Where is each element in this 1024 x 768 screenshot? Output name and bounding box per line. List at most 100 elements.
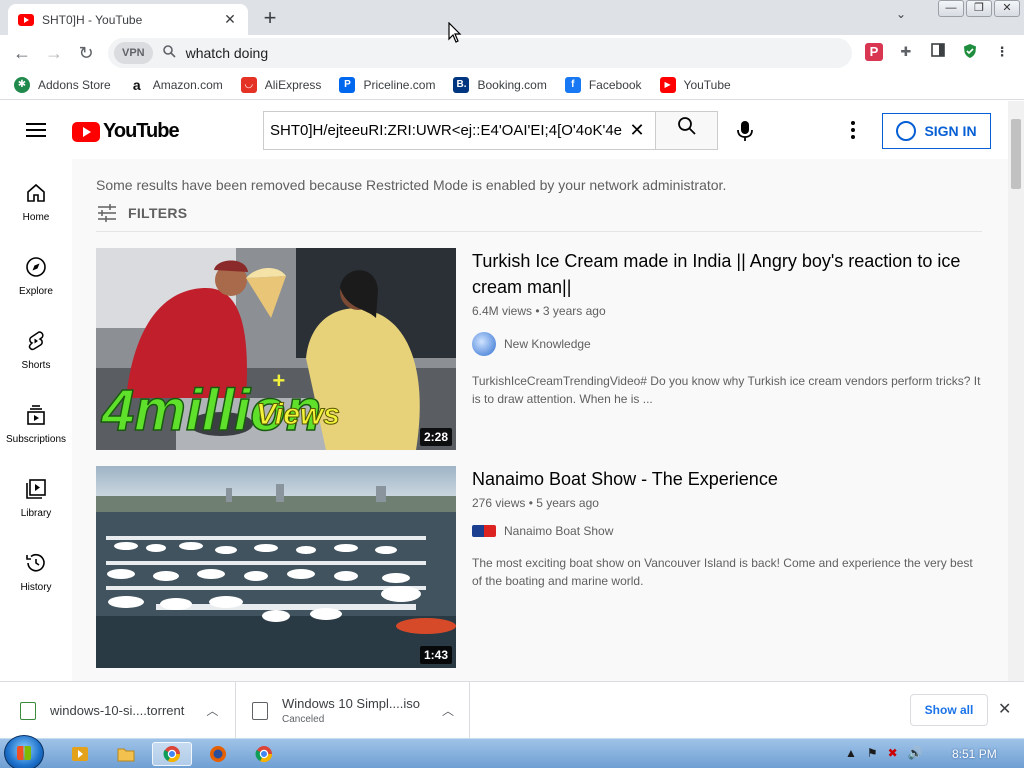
system-tray: ▲ ⚑ ✖ 🔊 [845, 746, 923, 760]
video-thumbnail[interactable]: 4million + Views 2:28 [96, 248, 456, 450]
priceline-icon: P [339, 76, 356, 93]
tray-expand-chevron-icon[interactable]: ▲ [845, 746, 857, 760]
channel-link[interactable]: Nanaimo Boat Show [472, 524, 982, 538]
bookmark-addons-store[interactable]: ✱ Addons Store [14, 76, 111, 93]
youtube-search-input[interactable]: SHT0]H/ejteeuRI:ZRI:UWR<ej::E4'OAI'EI;4[… [263, 111, 655, 150]
youtube-page: YouTube SHT0]H/ejteeuRI:ZRI:UWR<ej::E4'O… [0, 101, 1024, 681]
shield-extension-icon[interactable] [961, 43, 979, 61]
show-all-downloads-button[interactable]: Show all [910, 694, 988, 726]
sign-in-button[interactable]: SIGN IN [882, 113, 991, 149]
window-restore-button[interactable]: ❐ [966, 0, 992, 17]
taskbar-clock[interactable]: 8:51 PM [952, 747, 997, 761]
sidebar-item-subscriptions[interactable]: Subscriptions [0, 403, 72, 445]
bookmark-label: Facebook [588, 77, 642, 92]
video-meta: 6.4M views • 3 years ago [472, 304, 606, 318]
sidebar-label: Library [20, 508, 52, 519]
extensions-puzzle-icon[interactable]: ✚ [897, 43, 915, 61]
back-arrow-icon[interactable]: ← [6, 37, 38, 69]
window-close-button[interactable]: ✕ [994, 0, 1020, 17]
new-tab-button[interactable]: + [258, 5, 282, 31]
tab-search-chevron-icon[interactable]: ⌄ [896, 7, 906, 21]
download-item[interactable]: windows-10-si....torrent ︿ [0, 682, 236, 739]
video-thumbnail[interactable]: 1:43 [96, 466, 456, 668]
volume-icon[interactable]: 🔊 [908, 746, 923, 760]
sidebar-item-shorts[interactable]: Shorts [0, 329, 72, 371]
browser-menu-kebab-icon[interactable]: ⋮ [993, 43, 1011, 61]
voice-search-mic-icon[interactable] [735, 119, 755, 143]
download-options-chevron-icon[interactable]: ︿ [442, 702, 454, 719]
sidebar-item-home[interactable]: Home [0, 181, 72, 223]
download-item[interactable]: Windows 10 Simpl....iso Canceled ︿ [236, 682, 470, 739]
bookmarks-bar: ✱ Addons Store a Amazon.com ◡ AliExpress… [0, 70, 1024, 100]
forward-arrow-icon[interactable]: → [38, 37, 70, 69]
hamburger-menu-icon[interactable] [26, 123, 46, 137]
action-center-flag-icon[interactable]: ⚑ [867, 746, 878, 760]
sidebar-item-explore[interactable]: Explore [0, 255, 72, 297]
amazon-icon: a [128, 76, 145, 93]
filters-label: FILTERS [128, 205, 188, 221]
history-icon [26, 553, 45, 572]
video-views: 6.4M views [472, 304, 533, 318]
filters-button[interactable]: FILTERS [96, 204, 187, 222]
bookmark-priceline[interactable]: P Priceline.com [339, 76, 435, 93]
media-player-taskbar-icon[interactable] [60, 742, 100, 766]
firefox-taskbar-icon[interactable] [198, 742, 238, 766]
bookmark-amazon[interactable]: a Amazon.com [128, 76, 223, 93]
bookmark-youtube[interactable]: ▶ YouTube [659, 76, 731, 93]
settings-kebab-icon[interactable] [851, 121, 855, 142]
download-options-chevron-icon[interactable]: ︿ [206, 702, 218, 719]
video-title[interactable]: Nanaimo Boat Show - The Experience [472, 466, 982, 492]
video-age: 5 years ago [536, 496, 599, 510]
bookmark-label: Booking.com [477, 77, 547, 92]
bookmark-booking[interactable]: B. Booking.com [453, 76, 547, 93]
chrome-taskbar-icon-2[interactable] [244, 742, 284, 766]
reload-icon[interactable]: ↻ [70, 37, 102, 69]
download-filename: Windows 10 Simpl....iso [282, 696, 420, 711]
window-minimize-button[interactable]: — [938, 0, 964, 17]
close-download-shelf-icon[interactable]: ✕ [998, 699, 1011, 719]
youtube-logo[interactable]: YouTube [72, 120, 180, 143]
channel-name[interactable]: New Knowledge [504, 337, 591, 351]
tab-close-icon[interactable]: ✕ [222, 11, 238, 28]
bookmark-facebook[interactable]: f Facebook [564, 76, 642, 93]
sidebar-item-library[interactable]: Library [0, 477, 72, 519]
side-panel-icon[interactable] [929, 43, 947, 61]
search-icon [677, 117, 696, 135]
start-button[interactable] [4, 735, 44, 768]
address-bar[interactable]: VPN whatch doing [108, 38, 852, 68]
search-button[interactable] [655, 111, 718, 150]
sign-in-label: SIGN IN [924, 123, 977, 139]
video-age: 3 years ago [542, 304, 606, 318]
video-title[interactable]: Turkish Ice Cream made in India || Angry… [472, 248, 982, 300]
account-circle-icon [896, 121, 917, 141]
network-warning-icon[interactable]: ✖ [888, 746, 898, 760]
youtube-sidebar: Home Explore Shorts Subscriptions Librar… [0, 159, 72, 681]
sidebar-item-history[interactable]: History [0, 551, 72, 593]
filter-sliders-icon [98, 204, 116, 222]
shorts-icon [28, 331, 44, 351]
page-scrollbar[interactable] [1008, 101, 1024, 681]
video-meta: 276 views • 5 years ago [472, 496, 599, 510]
clear-search-icon[interactable]: ✕ [625, 120, 649, 141]
bookmark-aliexpress[interactable]: ◡ AliExpress [240, 76, 322, 93]
thumbnail-overlay-plus: + [272, 368, 285, 393]
vpn-badge[interactable]: VPN [114, 42, 153, 64]
browser-tab-youtube[interactable]: SHT0]H - YouTube ✕ [8, 4, 248, 35]
subscriptions-icon [27, 405, 45, 425]
bookmark-label: AliExpress [264, 77, 322, 92]
channel-avatar[interactable] [472, 332, 496, 356]
channel-link[interactable]: New Knowledge [472, 332, 982, 356]
channel-name[interactable]: Nanaimo Boat Show [504, 524, 613, 538]
explore-icon [26, 257, 46, 277]
sidebar-label: History [20, 582, 52, 593]
channel-avatar[interactable] [472, 525, 496, 537]
file-explorer-taskbar-icon[interactable] [106, 742, 146, 766]
chrome-taskbar-icon[interactable] [152, 742, 192, 766]
scrollbar-thumb[interactable] [1011, 119, 1021, 189]
pocket-extension-icon[interactable]: P [865, 43, 883, 61]
youtube-icon: ▶ [659, 76, 676, 93]
youtube-logo-icon [72, 121, 100, 142]
browser-tab-strip: SHT0]H - YouTube ✕ + ⌄ — ❐ ✕ [0, 0, 1024, 35]
library-icon [26, 479, 46, 499]
home-icon [27, 183, 45, 202]
